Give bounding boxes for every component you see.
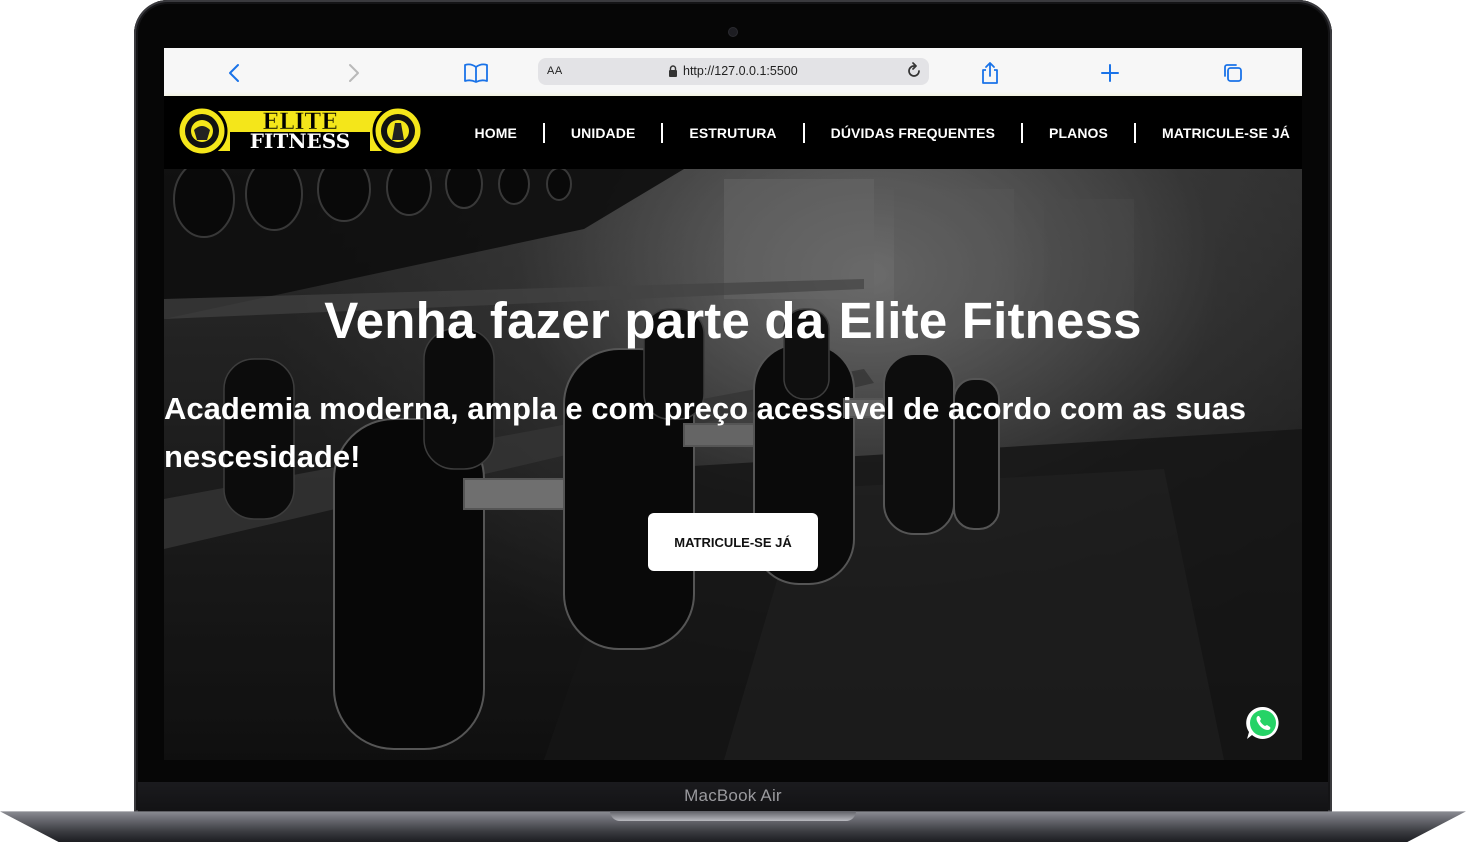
camera xyxy=(729,28,737,36)
main-menu: HOME UNIDADE ESTRUTURA DÚVIDAS FREQUENTE… xyxy=(475,96,1290,169)
tabs-icon xyxy=(1224,64,1242,82)
nav-divider xyxy=(661,122,664,143)
nav-estrutura[interactable]: ESTRUTURA xyxy=(689,125,776,141)
reload-icon xyxy=(908,62,920,77)
nav-divider xyxy=(1021,122,1024,143)
hero-section: Venha fazer parte da Elite Fitness Acade… xyxy=(164,169,1302,760)
url-text: http://127.0.0.1:5500 xyxy=(683,64,798,78)
back-arrow-icon xyxy=(229,64,239,82)
bookmarks-icon xyxy=(464,63,488,83)
share-icon xyxy=(982,62,998,84)
whatsapp-icon xyxy=(1246,706,1279,739)
nav-matricule-se[interactable]: MATRICULE-SE JÁ xyxy=(1162,125,1290,141)
forward-arrow-icon xyxy=(349,64,359,82)
nav-divider xyxy=(802,122,805,143)
back-button[interactable] xyxy=(221,60,247,86)
browser-toolbar: AA http://127.0.0.1:5500 xyxy=(164,48,1302,97)
nav-duvidas-frequentes[interactable]: DÚVIDAS FREQUENTES xyxy=(831,125,995,141)
tabs-button[interactable] xyxy=(1220,60,1246,86)
forward-button[interactable] xyxy=(341,60,367,86)
nav-unidade[interactable]: UNIDADE xyxy=(571,125,635,141)
reader-aa-button[interactable]: AA xyxy=(547,65,563,77)
bookmarks-button[interactable] xyxy=(463,60,489,86)
nav-planos[interactable]: PLANOS xyxy=(1049,125,1108,141)
new-tab-button[interactable] xyxy=(1097,60,1123,86)
new-tab-icon xyxy=(1101,64,1119,82)
address-bar[interactable]: AA http://127.0.0.1:5500 xyxy=(538,58,929,85)
site-navbar: ELITE FITNESS HOME UNIDADE ESTRUTURA DÚV… xyxy=(164,96,1302,171)
whatsapp-button[interactable] xyxy=(1244,704,1282,742)
nav-divider xyxy=(542,122,545,143)
laptop-base-notch xyxy=(610,811,856,821)
device-label: MacBook Air xyxy=(684,786,782,805)
nav-divider xyxy=(1133,122,1136,143)
nav-home[interactable]: HOME xyxy=(475,125,517,141)
lock-icon xyxy=(669,65,677,77)
laptop-screen: AA http://127.0.0.1:5500 ELITE FITNESS H… xyxy=(164,48,1302,760)
hero-subtitle: Academia moderna, ampla e com preço aces… xyxy=(164,391,1247,474)
logo-text-fitness: FITNESS xyxy=(250,129,350,153)
share-button[interactable] xyxy=(977,60,1003,86)
url-display: http://127.0.0.1:5500 xyxy=(668,64,798,78)
matricule-se-button[interactable]: MATRICULE-SE JÁ xyxy=(648,513,818,571)
hero-title: Venha fazer parte da Elite Fitness xyxy=(324,292,1142,349)
reload-button[interactable] xyxy=(905,62,923,85)
elite-fitness-logo[interactable]: ELITE FITNESS xyxy=(176,102,424,165)
